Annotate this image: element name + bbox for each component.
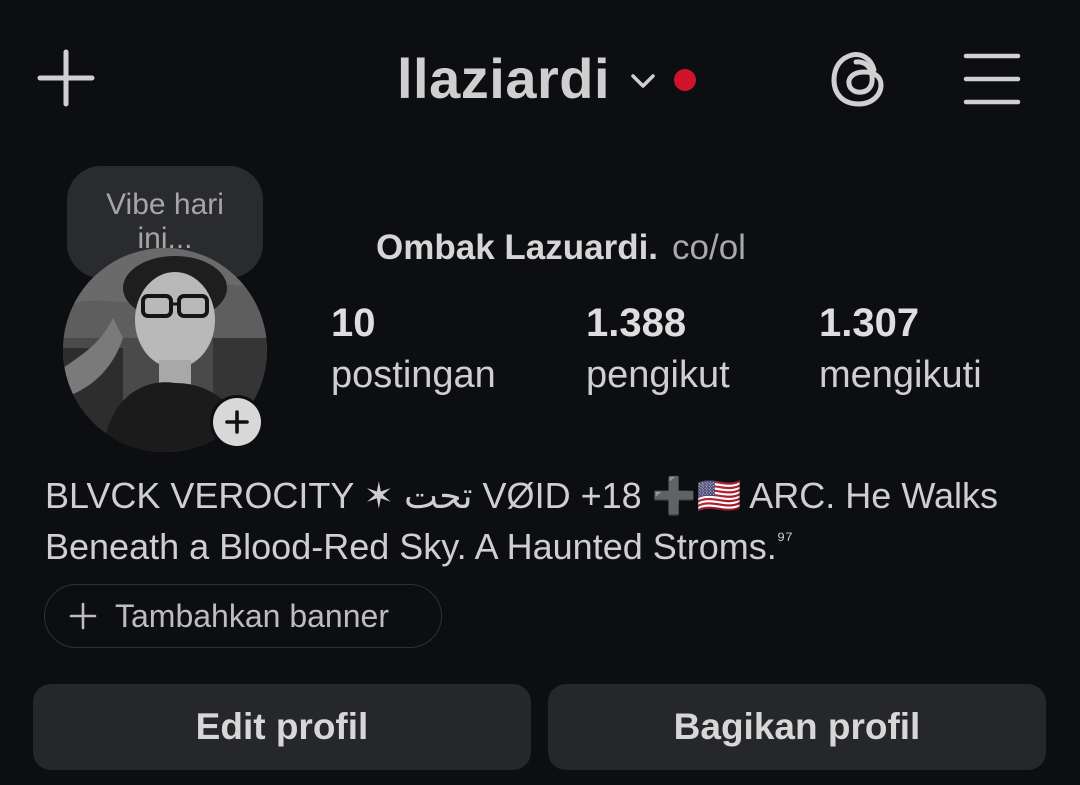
menu-icon[interactable] — [962, 52, 1022, 106]
add-banner-label: Tambahkan banner — [115, 597, 389, 634]
stat-value: 10 — [331, 301, 376, 345]
add-story-plus-icon — [213, 398, 261, 446]
stat-value: 1.388 — [586, 301, 687, 345]
threads-icon[interactable] — [828, 48, 890, 110]
stat-following[interactable]: 1.307 mengikuti — [819, 298, 982, 402]
name-row: Ombak Lazuardi. co/ol — [376, 228, 746, 268]
bio-line-2: Beneath a Blood-Red Sky. A Haunted Strom… — [45, 526, 777, 567]
pronouns: co/ol — [672, 228, 746, 267]
add-story-button[interactable] — [210, 395, 264, 449]
stat-label: postingan — [331, 354, 496, 396]
plus-icon — [69, 602, 97, 630]
chevron-down-icon — [628, 66, 658, 96]
full-name: Ombak Lazuardi. — [376, 228, 659, 267]
share-profile-label: Bagikan profil — [673, 706, 921, 747]
notification-dot — [674, 69, 697, 91]
bio: BLVCK VEROCITY ✶ تحت VØID +18 ➕🇺🇸 ARC. H… — [45, 474, 1045, 569]
bio-sup: ⁹⁷ — [776, 529, 793, 551]
username: llaziardi — [397, 46, 611, 110]
note-text: Vibe hari ini... — [106, 188, 224, 255]
bio-line-1: BLVCK VEROCITY ✶ تحت VØID +18 ➕🇺🇸 ARC. H… — [45, 475, 998, 516]
stat-followers[interactable]: 1.388 pengikut — [586, 298, 730, 402]
share-profile-button[interactable]: Bagikan profil — [548, 684, 1046, 770]
stat-posts[interactable]: 10 postingan — [331, 298, 496, 402]
bio-line-2-wrap: Beneath a Blood-Red Sky. A Haunted Strom… — [45, 518, 1045, 569]
account-switcher[interactable]: llaziardi — [397, 40, 697, 116]
stat-value: 1.307 — [819, 301, 920, 345]
edit-profile-button[interactable]: Edit profil — [33, 684, 531, 770]
stat-label: pengikut — [586, 354, 730, 396]
edit-profile-label: Edit profil — [195, 706, 369, 747]
plus-icon[interactable] — [36, 48, 96, 108]
add-banner-button[interactable]: Tambahkan banner — [44, 584, 442, 648]
stat-label: mengikuti — [819, 354, 982, 396]
